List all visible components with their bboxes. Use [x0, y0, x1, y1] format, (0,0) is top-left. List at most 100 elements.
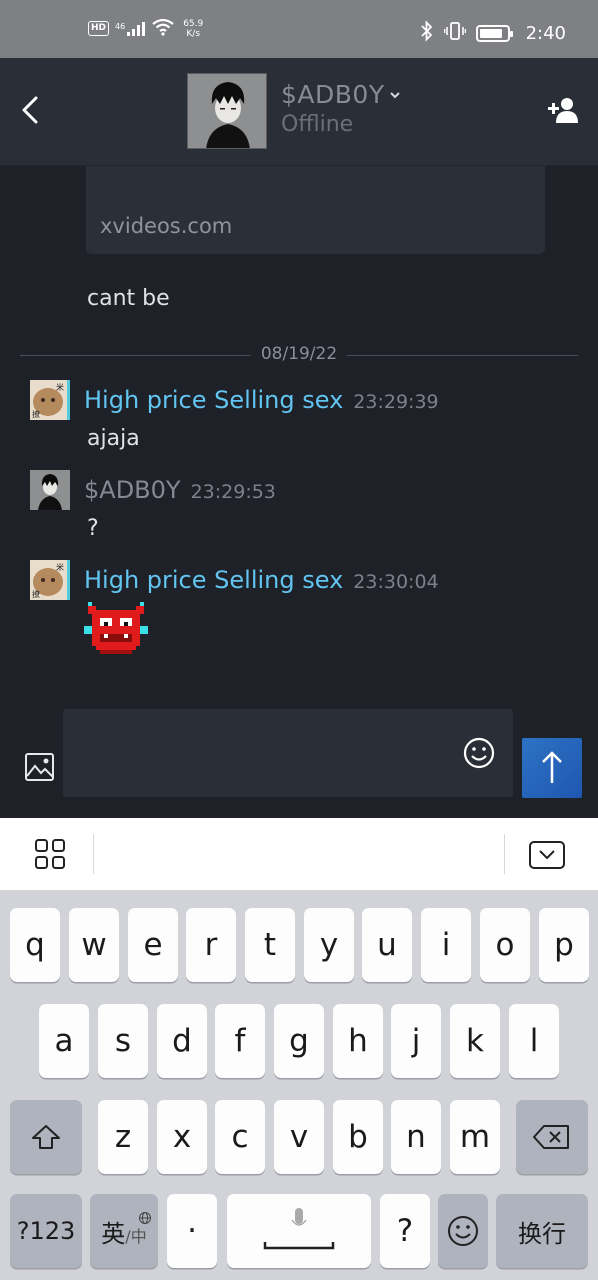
- key-n[interactable]: n: [391, 1100, 441, 1174]
- key-z[interactable]: z: [98, 1100, 148, 1174]
- space-key[interactable]: [227, 1194, 371, 1268]
- key-i[interactable]: i: [421, 908, 471, 982]
- chat-log[interactable]: xvideos.com cant be 08/19/22 米撩 High pri…: [0, 166, 598, 696]
- contact-status: Offline: [281, 112, 354, 137]
- add-friend-icon: [548, 98, 578, 123]
- avatar[interactable]: [30, 470, 70, 510]
- key-s[interactable]: s: [98, 1004, 148, 1078]
- smiley-icon: [463, 737, 495, 769]
- chevron-down-icon[interactable]: [389, 88, 401, 102]
- key-c[interactable]: c: [215, 1100, 265, 1174]
- svg-text:撩: 撩: [32, 409, 40, 419]
- emoji-key[interactable]: [438, 1194, 488, 1268]
- avatar[interactable]: 米撩: [30, 560, 70, 600]
- key-x[interactable]: x: [157, 1100, 207, 1174]
- message-time: 23:30:04: [353, 571, 439, 593]
- key-l[interactable]: l: [509, 1004, 559, 1078]
- arrow-up-icon: [542, 751, 562, 783]
- emoji-button[interactable]: [462, 736, 496, 770]
- contact-avatar[interactable]: [187, 73, 267, 149]
- key-f[interactable]: f: [215, 1004, 265, 1078]
- back-chevron-icon: [22, 96, 38, 124]
- key-k[interactable]: k: [450, 1004, 500, 1078]
- message-header: $ADB0Y 23:29:53: [84, 476, 276, 504]
- grid-icon: [35, 839, 65, 869]
- svg-text:米: 米: [56, 562, 64, 572]
- key-v[interactable]: v: [274, 1100, 324, 1174]
- signal-type: 46: [115, 21, 126, 31]
- soft-keyboard: q w e r t y u i o p a s d f g h j k l z …: [0, 890, 598, 1280]
- key-g[interactable]: g: [274, 1004, 324, 1078]
- image-icon: [25, 753, 54, 781]
- hd-badge: HD: [88, 21, 110, 36]
- key-b[interactable]: b: [333, 1100, 383, 1174]
- chat-message: $ADB0Y 23:29:53 ?: [0, 470, 598, 541]
- microphone-icon: [263, 1208, 335, 1250]
- question-key[interactable]: ?: [380, 1194, 430, 1268]
- key-u[interactable]: u: [362, 908, 412, 982]
- avatar[interactable]: 米撩: [30, 380, 70, 420]
- keyboard-hide-icon: [529, 841, 565, 869]
- key-m[interactable]: m: [450, 1100, 500, 1174]
- backspace-key[interactable]: [516, 1100, 588, 1174]
- wifi-icon: [151, 18, 175, 39]
- divider: [93, 834, 94, 874]
- backspace-icon: [533, 1125, 569, 1149]
- message-author[interactable]: High price Selling sex: [84, 566, 343, 594]
- enter-key[interactable]: 换行: [496, 1194, 588, 1268]
- key-w[interactable]: w: [69, 908, 119, 982]
- key-q[interactable]: q: [10, 908, 60, 982]
- numbers-key[interactable]: ?123: [10, 1194, 82, 1268]
- key-d[interactable]: d: [157, 1004, 207, 1078]
- send-button[interactable]: [522, 738, 582, 798]
- message-author[interactable]: $ADB0Y: [84, 476, 181, 504]
- key-o[interactable]: o: [480, 908, 530, 982]
- bluetooth-icon: [420, 20, 434, 47]
- key-j[interactable]: j: [391, 1004, 441, 1078]
- svg-text:撩: 撩: [32, 589, 40, 599]
- message-body: ?: [87, 516, 99, 541]
- composer: [0, 696, 598, 818]
- keyboard-toolbar: [0, 818, 598, 890]
- shift-key[interactable]: [10, 1100, 82, 1174]
- key-r[interactable]: r: [186, 908, 236, 982]
- message-header: High price Selling sex 23:29:39: [84, 386, 439, 414]
- language-switch-key[interactable]: 英/中: [90, 1194, 158, 1268]
- red-devil-emoticon[interactable]: [84, 602, 148, 658]
- link-preview-card[interactable]: xvideos.com: [86, 166, 545, 254]
- key-a[interactable]: a: [39, 1004, 89, 1078]
- link-preview-url[interactable]: xvideos.com: [100, 214, 232, 238]
- chat-header: $ADB0Y Offline: [0, 58, 598, 166]
- back-button[interactable]: [14, 90, 50, 130]
- speed-unit: K/s: [186, 28, 201, 39]
- svg-text:米: 米: [56, 382, 64, 392]
- key-y[interactable]: y: [304, 908, 354, 982]
- clock: 2:40: [525, 23, 566, 44]
- contact-name[interactable]: $ADB0Y: [281, 80, 385, 109]
- key-e[interactable]: e: [128, 908, 178, 982]
- key-h[interactable]: h: [333, 1004, 383, 1078]
- dot-key[interactable]: ·: [167, 1194, 217, 1268]
- network-speed: 65.9 K/s: [183, 19, 203, 39]
- shift-icon: [32, 1125, 60, 1149]
- keyboard-menu-button[interactable]: [34, 838, 66, 870]
- message-body: ajaja: [87, 426, 140, 451]
- battery-icon: [475, 25, 513, 42]
- status-left: HD 46 65.9 K/s: [88, 18, 203, 39]
- chat-message: 米撩 High price Selling sex 23:30:04: [0, 560, 598, 670]
- key-p[interactable]: p: [539, 908, 589, 982]
- key-t[interactable]: t: [245, 908, 295, 982]
- date-label-wrap: 08/19/22: [20, 344, 578, 364]
- status-right: 2:40: [420, 20, 566, 47]
- message-author[interactable]: High price Selling sex: [84, 386, 343, 414]
- date-divider: 08/19/22: [20, 344, 578, 368]
- message-input[interactable]: [63, 709, 513, 797]
- collapse-keyboard-button[interactable]: [528, 840, 566, 870]
- message-text: cant be: [87, 286, 170, 311]
- date-label: 08/19/22: [250, 344, 348, 364]
- attach-image-button[interactable]: [24, 751, 56, 783]
- message-time: 23:29:39: [353, 391, 439, 413]
- speed-value: 65.9: [183, 18, 204, 29]
- globe-icon: [138, 1197, 152, 1233]
- add-friend-button[interactable]: [548, 96, 578, 124]
